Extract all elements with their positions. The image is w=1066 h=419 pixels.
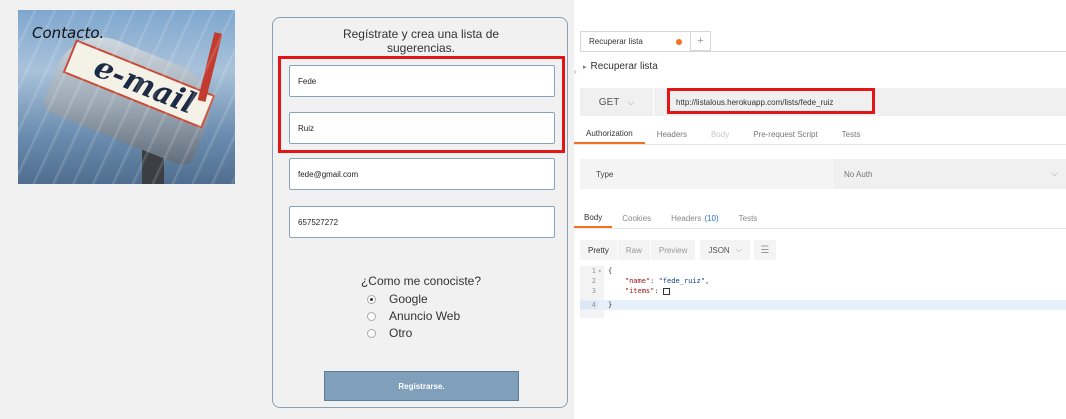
tab-response-tests[interactable]: Tests — [729, 208, 768, 228]
radio-selected-icon[interactable] — [367, 294, 376, 304]
format-select-value: JSON — [708, 245, 730, 255]
tab-authorization[interactable]: Authorization — [574, 124, 645, 144]
caret-right-icon: ▸ — [583, 64, 587, 71]
new-tab-button[interactable]: + — [691, 31, 711, 51]
code-line: 4 } — [580, 300, 1066, 310]
radio-label: Google — [389, 292, 428, 306]
tab-headers[interactable]: Headers — [645, 124, 699, 144]
radio-label: Anuncio Web — [389, 309, 461, 323]
name-fields-highlight — [278, 56, 565, 153]
method-label: GET — [598, 96, 620, 108]
wrap-lines-icon[interactable]: ☰ — [753, 240, 776, 260]
radio-label: Otro — [389, 326, 413, 340]
radio-option-google[interactable]: Google — [367, 291, 428, 307]
tab-body[interactable]: Body — [699, 124, 741, 144]
request-tab-label: Recuperar lista — [589, 37, 643, 46]
code-line: 1 ▾ { — [580, 266, 1066, 276]
radio-option-otro[interactable]: Otro — [367, 325, 412, 341]
radio-unselected-icon[interactable] — [367, 311, 376, 321]
code-text: { — [608, 267, 613, 275]
referral-question: ¿Como me conociste? — [360, 274, 482, 288]
auth-type-select[interactable]: No Auth ⌵ — [834, 159, 1066, 189]
json-key: "items" — [624, 287, 655, 295]
request-name[interactable]: ▸ Recuperar lista — [583, 61, 658, 72]
tab-bar-divider — [580, 51, 1066, 52]
line-number: 3 — [591, 287, 596, 295]
code-line: 2 "name": "fede_ruiz", — [580, 276, 1066, 286]
tab-response-body[interactable]: Body — [574, 208, 613, 228]
empty-array-icon — [662, 287, 670, 295]
request-tabs-divider — [574, 144, 1066, 145]
response-code-view[interactable]: 1 ▾ { 2 "name": "fede_ruiz", 3 "items": … — [580, 266, 1066, 318]
code-text: } — [608, 301, 613, 309]
radio-unselected-icon[interactable] — [367, 328, 376, 338]
json-string: "fede_ruiz" — [658, 277, 705, 285]
pretty-button[interactable]: Pretty — [580, 240, 617, 260]
headers-count: (10) — [704, 213, 719, 223]
register-button[interactable]: Registrarse. — [324, 371, 519, 401]
raw-button[interactable]: Raw — [617, 240, 650, 260]
mailbox-image: e-mail Contacto. — [18, 10, 235, 184]
preview-button[interactable]: Preview — [650, 240, 696, 260]
line-number: 1 — [591, 267, 596, 275]
response-headers-label: Headers — [671, 213, 702, 223]
code-line: 3 "items": — [580, 286, 1066, 296]
json-key: "name" — [624, 277, 651, 285]
request-tab[interactable]: Recuperar lista — [580, 31, 691, 51]
chevron-down-icon: ⌵ — [1051, 168, 1058, 178]
tab-cookies[interactable]: Cookies — [612, 208, 661, 228]
form-heading-line1: Regístrate y crea una lista de — [342, 27, 500, 41]
request-tab-bar: Recuperar lista + — [580, 31, 711, 51]
line-number: 2 — [591, 277, 596, 285]
contact-title: Contacto. — [32, 24, 105, 42]
url-bar: GET ⌵ http://listalous.herokuapp.com/lis… — [580, 88, 1066, 116]
auth-type-label: Type — [596, 169, 614, 179]
form-heading-line2: sugerencias. — [386, 41, 456, 55]
auth-type-value: No Auth — [844, 169, 873, 179]
request-name-label: Recuperar lista — [590, 61, 658, 72]
api-client: ‹ Recuperar lista + ▸ Recuperar lista GET… — [574, 0, 1066, 419]
response-tabs-divider — [574, 228, 1066, 229]
unsaved-dot-icon — [676, 38, 682, 45]
format-select[interactable]: JSON ⌵ — [700, 240, 750, 260]
response-tabs: Body Cookies Headers (10) Tests — [574, 208, 1066, 228]
request-tabs: Authorization Headers Body Pre-request S… — [574, 124, 1066, 144]
line-number: 4 — [580, 301, 598, 309]
tab-pre-request-script[interactable]: Pre-request Script — [741, 124, 829, 144]
signup-page: e-mail Contacto. Regístrate y crea una l… — [0, 0, 574, 419]
tab-response-headers[interactable]: Headers (10) — [661, 208, 728, 228]
format-bar: Pretty Raw Preview JSON ⌵ ☰ — [580, 239, 776, 261]
method-select[interactable]: GET ⌵ — [580, 88, 654, 116]
sidebar-collapse-icon[interactable]: ‹ — [574, 67, 577, 76]
phone-input[interactable]: 657527272 — [289, 206, 555, 238]
chevron-down-icon: ⌵ — [627, 96, 635, 107]
chevron-down-icon: ⌵ — [735, 245, 742, 254]
radio-option-anuncio-web[interactable]: Anuncio Web — [367, 308, 460, 324]
auth-row: Type No Auth ⌵ — [580, 159, 1066, 189]
tab-tests[interactable]: Tests — [830, 124, 873, 144]
form-heading: Regístrate y crea una lista de sugerenci… — [273, 27, 569, 55]
url-highlight — [667, 88, 875, 114]
email-input[interactable]: fede@gmail.com — [289, 158, 555, 190]
